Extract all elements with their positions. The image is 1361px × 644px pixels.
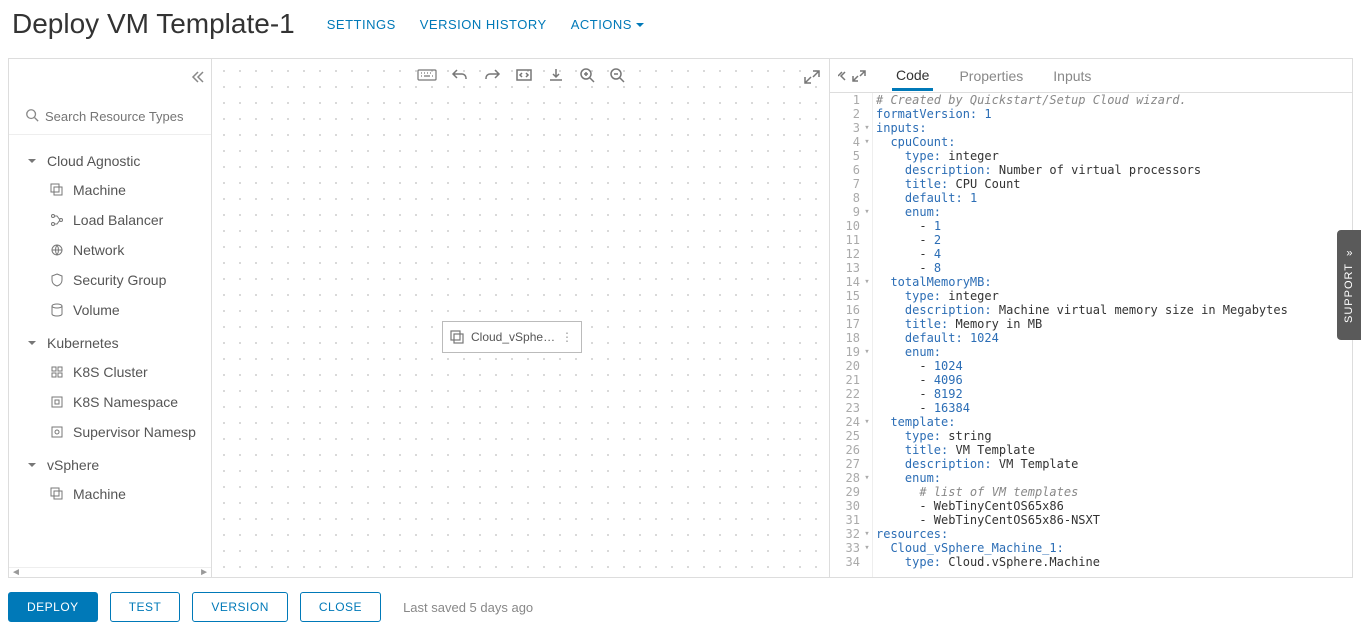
resource-icon — [49, 365, 65, 379]
code-line[interactable]: 33▾ Cloud_vSphere_Machine_1: — [830, 541, 1352, 555]
code-line[interactable]: 30 - WebTinyCentOS65x86 — [830, 499, 1352, 513]
code-line[interactable]: 20 - 1024 — [830, 359, 1352, 373]
resource-icon — [49, 213, 65, 227]
canvas-node-label: Cloud_vSpher… — [471, 330, 559, 344]
horizontal-scrollbar[interactable]: ◄ ► — [9, 567, 211, 577]
code-editor[interactable]: 1# Created by Quickstart/Setup Cloud wiz… — [830, 93, 1352, 577]
collapse-sidebar-icon[interactable] — [189, 69, 205, 88]
page-title: Deploy VM Template-1 — [12, 8, 295, 40]
last-saved-text: Last saved 5 days ago — [403, 600, 533, 615]
expand-canvas-icon[interactable] — [803, 69, 821, 88]
code-line[interactable]: 23 - 16384 — [830, 401, 1352, 415]
code-line[interactable]: 12 - 4 — [830, 247, 1352, 261]
resource-icon — [49, 425, 65, 439]
tree-item[interactable]: Machine — [9, 175, 211, 205]
code-line[interactable]: 18 default: 1024 — [830, 331, 1352, 345]
tree-group[interactable]: Kubernetes — [9, 325, 211, 357]
resource-tree[interactable]: Cloud AgnosticMachineLoad BalancerNetwor… — [9, 135, 211, 567]
code-line[interactable]: 6 description: Number of virtual process… — [830, 163, 1352, 177]
code-line[interactable]: 1# Created by Quickstart/Setup Cloud wiz… — [830, 93, 1352, 107]
code-line[interactable]: 28▾ enum: — [830, 471, 1352, 485]
tree-item[interactable]: Supervisor Namesp — [9, 417, 211, 447]
chevron-up-icon: « — [1345, 247, 1352, 259]
resource-icon — [49, 273, 65, 287]
code-panel-tabs: Code Properties Inputs — [830, 59, 1352, 93]
code-line[interactable]: 24▾ template: — [830, 415, 1352, 429]
code-line[interactable]: 9▾ enum: — [830, 205, 1352, 219]
version-button[interactable]: VERSION — [192, 592, 288, 622]
version-history-link[interactable]: VERSION HISTORY — [420, 17, 547, 32]
code-line[interactable]: 8 default: 1 — [830, 191, 1352, 205]
tab-code[interactable]: Code — [892, 61, 933, 91]
code-line[interactable]: 34 type: Cloud.vSphere.Machine — [830, 555, 1352, 569]
code-line[interactable]: 17 title: Memory in MB — [830, 317, 1352, 331]
footer: DEPLOY TEST VERSION CLOSE Last saved 5 d… — [0, 578, 1361, 636]
code-line[interactable]: 25 type: string — [830, 429, 1352, 443]
code-line[interactable]: 19▾ enum: — [830, 345, 1352, 359]
resource-icon — [49, 487, 65, 501]
code-line[interactable]: 5 type: integer — [830, 149, 1352, 163]
settings-link[interactable]: SETTINGS — [327, 17, 396, 32]
code-panel: Code Properties Inputs 1# Created by Qui… — [829, 59, 1352, 577]
expand-code-panel-icon[interactable] — [838, 70, 866, 82]
tree-item[interactable]: Load Balancer — [9, 205, 211, 235]
code-line[interactable]: 3▾inputs: — [830, 121, 1352, 135]
tree-item[interactable]: Network — [9, 235, 211, 265]
fit-screen-icon[interactable] — [515, 67, 533, 83]
download-icon[interactable] — [547, 67, 565, 83]
search-row — [9, 99, 211, 135]
node-menu-icon[interactable]: ⋮ — [559, 330, 575, 344]
code-line[interactable]: 21 - 4096 — [830, 373, 1352, 387]
resource-icon — [49, 243, 65, 257]
design-canvas[interactable]: Cloud_vSpher… ⋮ — [212, 59, 829, 577]
zoom-out-icon[interactable] — [609, 67, 625, 83]
tree-item[interactable]: Volume — [9, 295, 211, 325]
tab-properties[interactable]: Properties — [955, 62, 1027, 90]
tree-item[interactable]: K8S Cluster — [9, 357, 211, 387]
code-line[interactable]: 10 - 1 — [830, 219, 1352, 233]
code-line[interactable]: 32▾resources: — [830, 527, 1352, 541]
tree-group[interactable]: Cloud Agnostic — [9, 143, 211, 175]
actions-dropdown[interactable]: ACTIONS — [571, 17, 644, 32]
test-button[interactable]: TEST — [110, 592, 181, 622]
search-input[interactable] — [45, 109, 207, 124]
code-line[interactable]: 11 - 2 — [830, 233, 1352, 247]
canvas-node-vsphere-machine[interactable]: Cloud_vSpher… ⋮ — [442, 321, 582, 353]
resource-icon — [49, 183, 65, 197]
resource-icon — [49, 303, 65, 317]
tree-item[interactable]: Machine — [9, 479, 211, 509]
code-line[interactable]: 4▾ cpuCount: — [830, 135, 1352, 149]
deploy-button[interactable]: DEPLOY — [8, 592, 98, 622]
scroll-right-icon[interactable]: ► — [199, 567, 209, 578]
code-line[interactable]: 15 type: integer — [830, 289, 1352, 303]
resource-sidebar: Cloud AgnosticMachineLoad BalancerNetwor… — [9, 59, 212, 577]
undo-icon[interactable] — [451, 67, 469, 83]
code-line[interactable]: 2formatVersion: 1 — [830, 107, 1352, 121]
keyboard-icon[interactable] — [417, 67, 437, 83]
code-line[interactable]: 31 - WebTinyCentOS65x86-NSXT — [830, 513, 1352, 527]
code-line[interactable]: 14▾ totalMemoryMB: — [830, 275, 1352, 289]
tab-inputs[interactable]: Inputs — [1049, 62, 1095, 90]
close-button[interactable]: CLOSE — [300, 592, 381, 622]
code-line[interactable]: 22 - 8192 — [830, 387, 1352, 401]
code-line[interactable]: 26 title: VM Template — [830, 443, 1352, 457]
resource-icon — [49, 395, 65, 409]
tree-group[interactable]: vSphere — [9, 447, 211, 479]
search-icon — [25, 108, 39, 125]
code-line[interactable]: 29 # list of VM templates — [830, 485, 1352, 499]
code-line[interactable]: 7 title: CPU Count — [830, 177, 1352, 191]
code-line[interactable]: 16 description: Machine virtual memory s… — [830, 303, 1352, 317]
code-line[interactable]: 13 - 8 — [830, 261, 1352, 275]
code-line[interactable]: 27 description: VM Template — [830, 457, 1352, 471]
canvas-toolbar — [417, 67, 625, 83]
zoom-in-icon[interactable] — [579, 67, 595, 83]
page-header: Deploy VM Template-1 SETTINGS VERSION HI… — [0, 0, 1361, 58]
tree-item[interactable]: Security Group — [9, 265, 211, 295]
support-tab[interactable]: SUPPORT « — [1337, 230, 1361, 340]
redo-icon[interactable] — [483, 67, 501, 83]
machine-icon — [449, 329, 465, 345]
main-area: Cloud AgnosticMachineLoad BalancerNetwor… — [8, 58, 1353, 578]
tree-item[interactable]: K8S Namespace — [9, 387, 211, 417]
scroll-left-icon[interactable]: ◄ — [11, 567, 21, 578]
